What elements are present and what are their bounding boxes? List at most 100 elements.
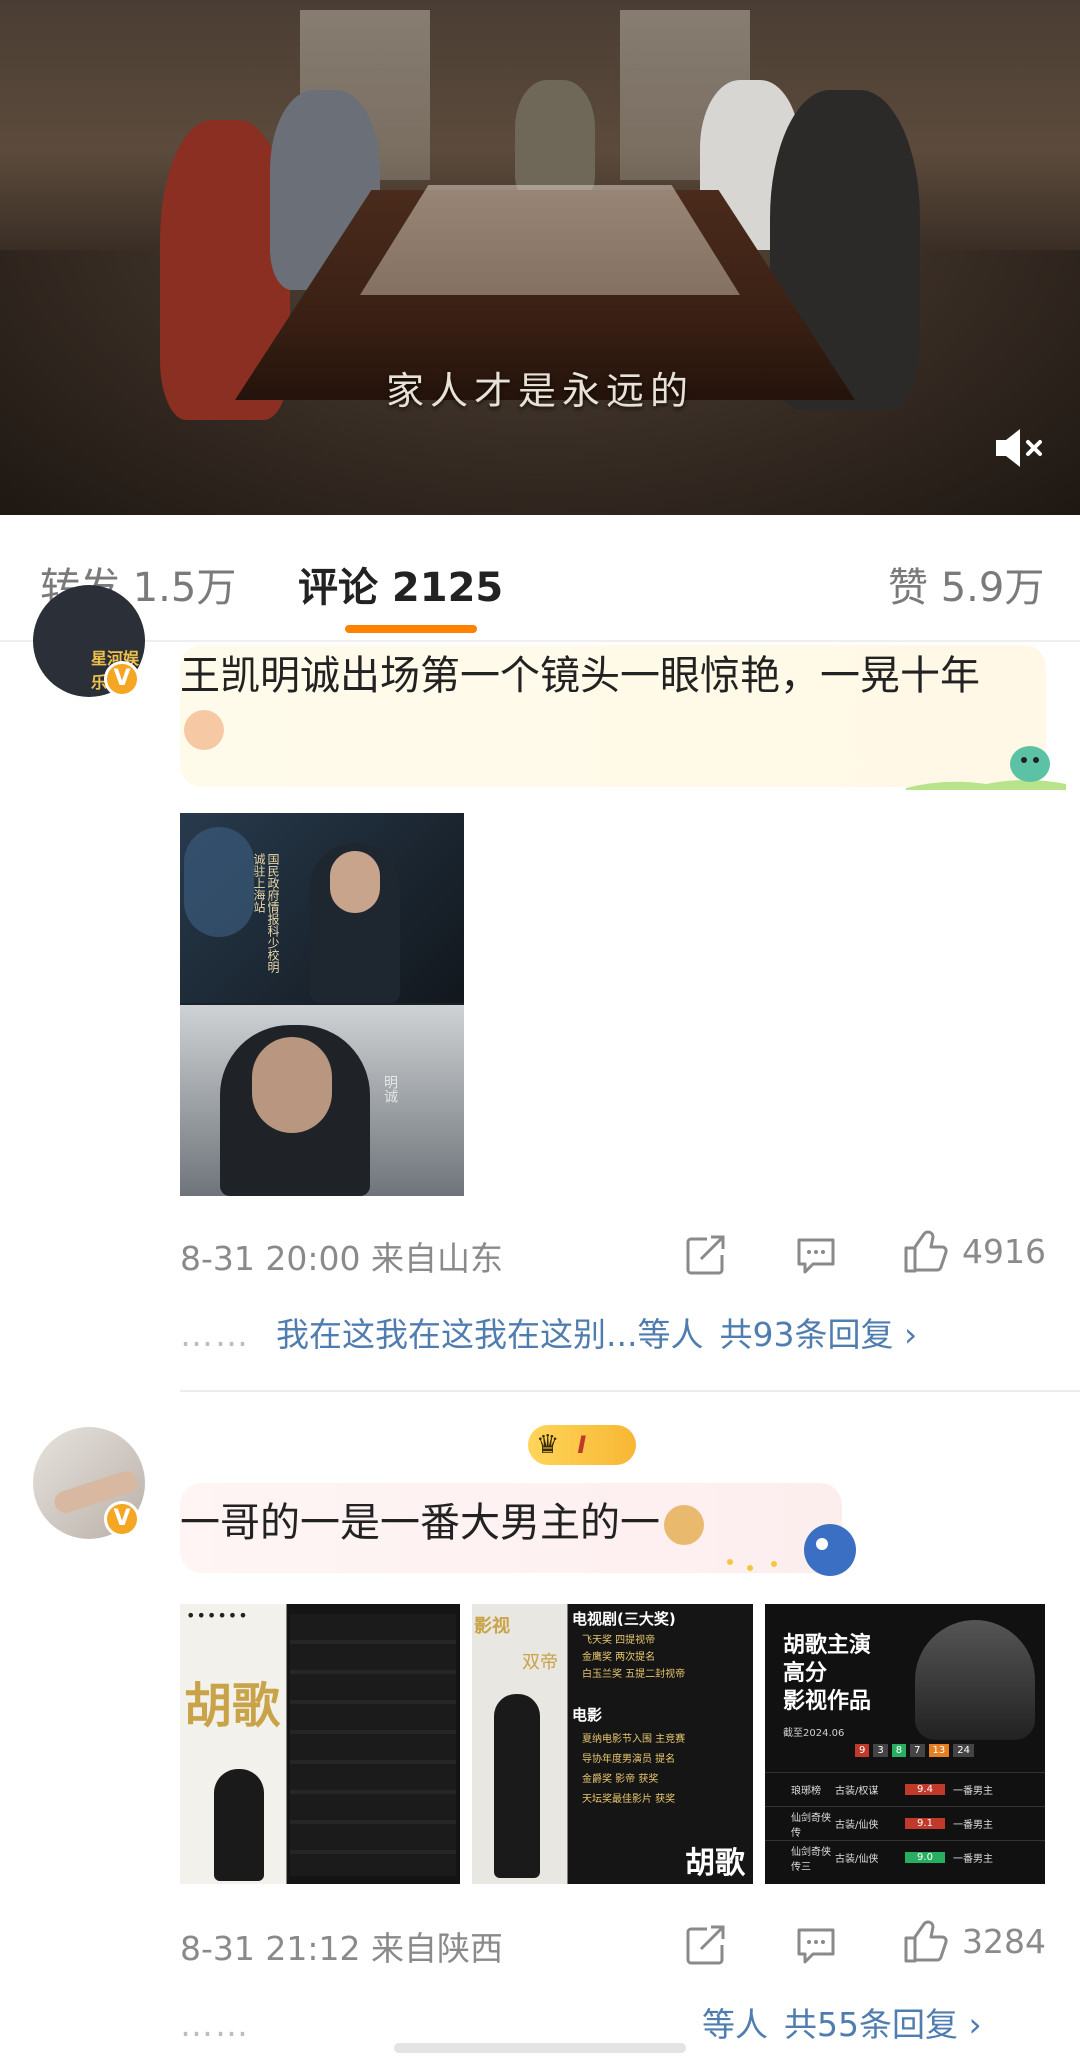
award-line: 飞天奖 四提视帝 [582,1635,656,1646]
award-line: 夏纳电影节入围 主竞赛 [582,1734,686,1745]
actor-face [252,1037,332,1133]
award-line: 金爵奖 影帝 获奖 [582,1774,659,1785]
image-subtitle: 截至2024.06 [783,1728,845,1739]
like-count: 4916 [962,1231,1046,1271]
replies-preview: 等人 [702,2005,768,2044]
score-chip: 8 [891,1744,907,1757]
emoji-icon [184,710,224,750]
verified-badge-icon: V [104,1501,140,1537]
actor-silhouette [494,1694,540,1878]
fan-badge: ♛ I [528,1425,636,1465]
like-count: 3284 [962,1921,1046,1961]
actor-face [330,851,380,913]
actor-silhouette [214,1769,264,1881]
score-chip: 3 [873,1744,888,1757]
planet-sticker-icon [727,1524,856,1576]
replies-total: 共93条回复 › [719,1315,918,1354]
like-button[interactable]: 4916 [902,1228,1046,1274]
thumbs-up-icon [904,1920,948,1963]
film-awards: 夏纳电影节入围 主竞赛 导协年度男演员 提名 金爵奖 影帝 获奖 天坛奖最佳影片… [582,1730,685,1810]
film-heading: 电影 [572,1706,603,1724]
table-cell: 古装/仙侠 [835,1854,879,1865]
thumbs-up-icon [904,1230,948,1273]
comment-image[interactable]: 胡歌主演 高分 影视作品 截至2024.06 9 3 8 7 13 24 琅琊榜… [765,1604,1045,1884]
table-cell: 一番男主 [953,1820,993,1831]
verified-badge-icon: V [104,661,140,697]
score-chips: 9 3 8 7 13 24 [855,1744,974,1757]
image-title: 胡歌主演 高分 影视作品 [783,1632,871,1716]
comment-meta: 8-31 20:00 来自山东 [180,1239,503,1278]
like-button[interactable]: 3284 [902,1918,1046,1964]
comment-icon[interactable] [795,1926,837,1966]
replies-link[interactable]: …… 我在这我在这我在这别...等人 共93条回复 › [180,1308,917,1356]
home-indicator[interactable] [394,2043,686,2053]
divider [180,1390,1080,1392]
image-name: 胡歌 [685,1846,745,1881]
speaker-muted-icon[interactable] [990,420,1046,476]
image-tag: 影视 [474,1616,510,1637]
tv-awards: 飞天奖 四提视帝 金鹰奖 两次提名 白玉兰奖 五提二封视帝 [582,1632,685,1683]
video-person [515,80,595,200]
title-line: 影视作品 [783,1689,872,1714]
award-line: 金鹰奖 两次提名 [582,1652,656,1663]
video-player[interactable]: 家人才是永远的 [0,0,1080,515]
crown-icon: ♛ [536,1430,560,1460]
replies-preview: 我在这我在这我在这别...等人 [276,1315,704,1354]
table-cell: 9.4 [905,1784,945,1795]
tab-active-indicator [345,625,477,633]
fan-level: I [577,1431,587,1459]
title-line: 高分 [783,1661,828,1686]
comment-image[interactable]: 影视 双帝 电视剧(三大奖) 飞天奖 四提视帝 金鹰奖 两次提名 白玉兰奖 五提… [472,1604,753,1884]
image-tag: 双帝 [522,1652,558,1673]
table-cell: 仙剑奇侠传三 [791,1846,831,1873]
title-line: 胡歌主演 [783,1633,872,1658]
comment-meta: 8-31 21:12 来自陕西 [180,1929,503,1968]
dinosaur-sticker-icon [906,746,1066,790]
tab-comments[interactable]: 评论 2125 [298,555,503,613]
actor-portrait [915,1620,1035,1740]
tab-bar: 转发 1.5万 评论 2125 赞 5.9万 [0,515,1080,643]
comment-image[interactable]: •••••• 胡歌 [180,1604,460,1884]
video-subtitle: 家人才是永远的 [385,369,694,413]
table-cell: 琅琊榜 [791,1786,821,1797]
table-cell: 9.0 [905,1852,945,1863]
tv-heading: 电视剧(三大奖) [572,1610,676,1628]
replies-total: 共55条回复 › [784,2005,982,2044]
table-row: 仙剑奇侠传 古装/仙侠 9.1 一番男主 [765,1806,1045,1840]
table-cell: 一番男主 [953,1854,993,1865]
table-cell: 仙剑奇侠传 [791,1812,831,1839]
image-still-top: 国民政府情报科少校明诚驻上海站 [180,813,464,1003]
award-line: 白玉兰奖 五提二封视帝 [582,1669,686,1680]
comment-icon[interactable] [795,1236,837,1276]
score-chip: 24 [953,1744,974,1757]
comment-image[interactable]: 国民政府情报科少校明诚驻上海站 明诚 [180,813,464,1196]
replies-link[interactable]: …… 等人 共55条回复 › [180,1998,982,2046]
award-line: 天坛奖最佳影片 获奖 [582,1794,676,1805]
table-cell: 古装/权谋 [835,1786,879,1797]
comment-text: 王凯明诚出场第一个镜头一眼惊艳，一晃十年 [180,650,1020,754]
comment-text: 一哥的一是一番大男主的一 [180,1497,704,1549]
score-chip: 9 [855,1744,870,1757]
tab-likes[interactable]: 赞 5.9万 [888,555,1044,613]
image-dots: •••••• [186,1606,249,1625]
image-caption: 国民政府情报科少校明诚驻上海站 [252,853,280,973]
replies-dots: …… [180,1315,250,1354]
table-row: 琅琊榜 古装/权谋 9.4 一番男主 [765,1772,1045,1806]
image-still-bottom: 明诚 [180,1005,464,1196]
table-row: 仙剑奇侠传三 古装/仙侠 9.0 一番男主 [765,1840,1045,1874]
divider [0,640,1080,642]
share-icon[interactable] [685,1925,727,1965]
award-line: 导协年度男演员 提名 [582,1754,676,1765]
image-title: 胡歌 [184,1678,281,1734]
table-cell: 9.1 [905,1818,945,1829]
replies-dots: …… [180,2005,250,2044]
doge-emoji-icon [664,1505,704,1545]
score-chip: 7 [910,1744,925,1757]
table-cell: 古装/仙侠 [835,1820,879,1831]
score-chip: 13 [928,1744,950,1757]
works-table: 琅琊榜 古装/权谋 9.4 一番男主 仙剑奇侠传 古装/仙侠 9.1 一番男主 … [765,1772,1045,1874]
award-list [290,1614,456,1876]
share-icon[interactable] [685,1235,727,1275]
image-caption: 明诚 [382,1075,398,1103]
table-cell: 一番男主 [953,1786,993,1797]
